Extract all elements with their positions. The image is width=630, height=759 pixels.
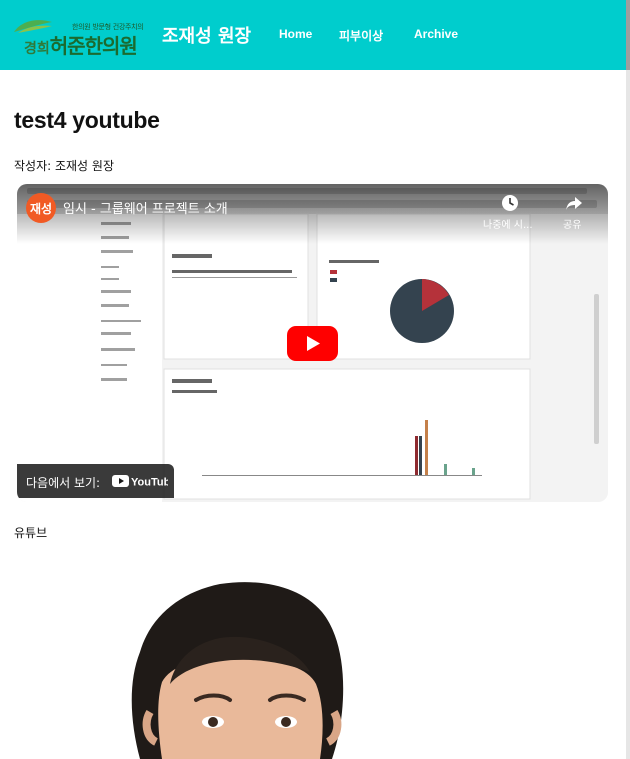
watch-on-youtube-button[interactable]: 다음에서 보기: YouTube: [17, 464, 174, 498]
post-author: 작성자: 조재성 원장: [14, 159, 114, 173]
nav-skin-issues[interactable]: 피부이상: [339, 27, 383, 44]
scrollbar-thumb[interactable]: [626, 0, 630, 70]
site-header: 한의원 방문형 건강주치의 경희허준한의원 조재성 원장 Home 피부이상 A…: [0, 0, 626, 70]
post-caption: 유튜브: [14, 526, 48, 540]
clock-icon[interactable]: [501, 194, 519, 212]
nav-home[interactable]: Home: [279, 27, 312, 41]
youtube-wordmark: YouTube: [131, 477, 168, 489]
logo-brand: 허준: [49, 34, 86, 58]
post-title: test4 youtube: [14, 107, 160, 133]
watch-later-label[interactable]: 나중에 시...: [483, 216, 533, 231]
logo-wordmark: 경희허준한의원: [24, 30, 138, 59]
page-scrollbar[interactable]: [626, 0, 630, 759]
logo-suffix: 한의원: [84, 34, 138, 58]
share-icon[interactable]: [565, 194, 583, 212]
play-icon[interactable]: [287, 326, 338, 361]
logo-region: 경희: [24, 41, 50, 57]
site-title[interactable]: 조재성 원장: [162, 22, 251, 48]
watch-on-label: 다음에서 보기:: [26, 476, 101, 490]
site-logo[interactable]: 한의원 방문형 건강주치의 경희허준한의원: [10, 16, 156, 59]
video-title[interactable]: 임시 - 그룹웨어 프로젝트 소개: [63, 198, 228, 217]
channel-avatar[interactable]: 재성: [26, 193, 56, 223]
share-label[interactable]: 공유: [563, 216, 581, 231]
youtube-logo-icon: YouTube: [112, 475, 168, 489]
youtube-embed[interactable]: 재성 임시 - 그룹웨어 프로젝트 소개 나중에 시... 공유 다음에서 보기…: [17, 184, 608, 502]
nav-archive[interactable]: Archive: [414, 27, 458, 41]
doctor-portrait-image: [131, 582, 344, 759]
